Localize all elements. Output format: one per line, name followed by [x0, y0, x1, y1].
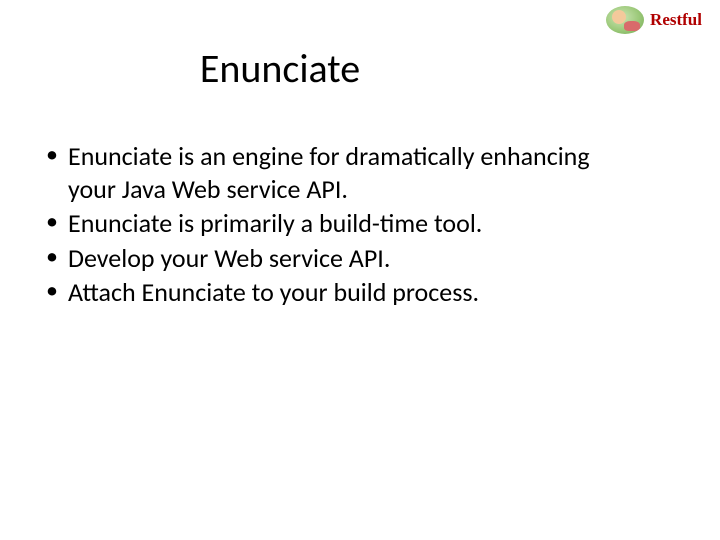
list-item: Develop your Web service API.	[40, 242, 600, 275]
badge-label: Restful	[650, 10, 702, 30]
rest-icon	[606, 6, 644, 34]
slide: Restful Enunciate Enunciate is an engine…	[0, 0, 720, 540]
bullet-list: Enunciate is an engine for dramatically …	[40, 140, 600, 309]
list-item: Enunciate is an engine for dramatically …	[40, 140, 600, 205]
list-item: Attach Enunciate to your build process.	[40, 276, 600, 309]
slide-title: Enunciate	[0, 44, 560, 93]
list-item: Enunciate is primarily a build-time tool…	[40, 207, 600, 240]
slide-content: Enunciate is an engine for dramatically …	[40, 140, 600, 311]
header-badge: Restful	[606, 6, 702, 34]
